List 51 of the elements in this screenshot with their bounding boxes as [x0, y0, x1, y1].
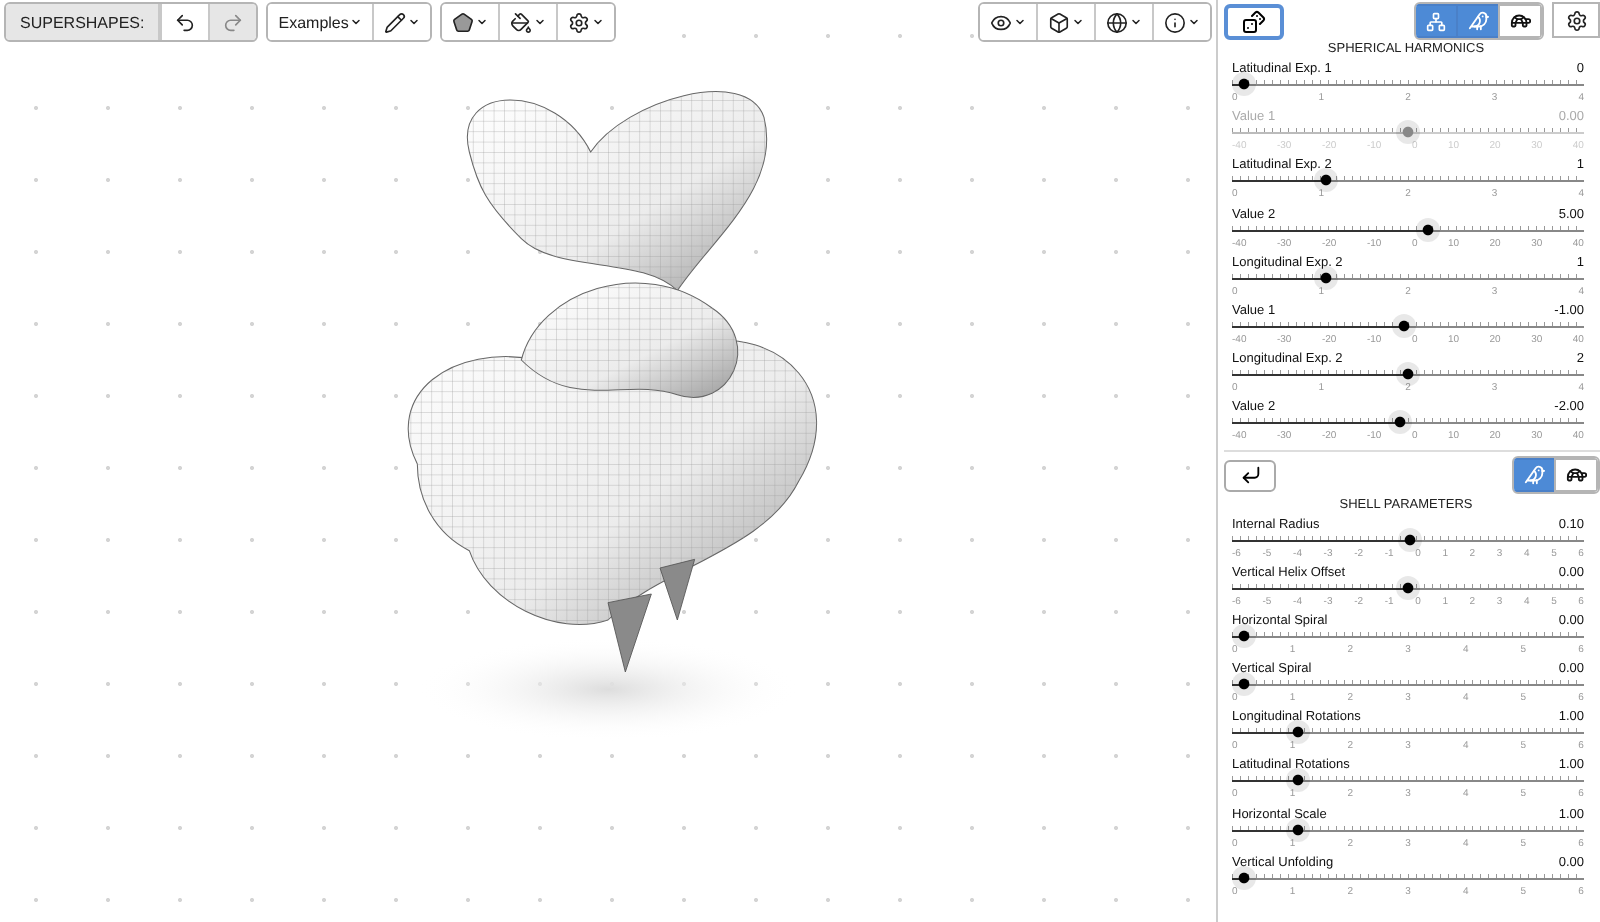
- slider-thumb[interactable]: [1398, 527, 1423, 551]
- slider-thumb[interactable]: [1286, 768, 1311, 793]
- slider-thumb[interactable]: [1416, 217, 1441, 242]
- slider-thumb[interactable]: [1396, 575, 1420, 600]
- turtle-icon: [1509, 10, 1531, 32]
- turtle-icon: [1565, 464, 1587, 486]
- slider-thumb[interactable]: [1232, 72, 1256, 96]
- back-button[interactable]: [1224, 459, 1276, 491]
- caret-icon: [476, 16, 489, 28]
- pencil-button[interactable]: [372, 4, 431, 40]
- settings-icon: [1565, 9, 1587, 31]
- dice-button[interactable]: [1224, 3, 1284, 39]
- pentagon-icon: [452, 11, 475, 33]
- settings-button[interactable]: [1552, 2, 1600, 38]
- caret-icon: [350, 16, 363, 28]
- bird-icon: [1523, 464, 1545, 486]
- settings-icon: [568, 11, 591, 33]
- network-icon: [1426, 11, 1446, 31]
- bird-icon: [1467, 10, 1489, 32]
- slider-thumb[interactable]: [1232, 865, 1256, 890]
- caret-icon: [408, 16, 421, 28]
- slider-thumb[interactable]: [1396, 362, 1420, 387]
- slider-thumb[interactable]: [1387, 410, 1412, 435]
- sphere-icon: [1106, 11, 1128, 33]
- caret-icon: [1188, 16, 1200, 28]
- slider-thumb[interactable]: [1286, 720, 1311, 745]
- return-icon: [1239, 464, 1261, 486]
- mode-button[interactable]: [1554, 458, 1598, 492]
- redo-icon: [222, 11, 245, 33]
- slider-thumb[interactable]: [1232, 623, 1256, 648]
- settings-button[interactable]: [556, 4, 615, 40]
- caret-icon: [592, 16, 605, 28]
- slider-thumb[interactable]: [1391, 313, 1416, 338]
- undo-icon: [174, 11, 197, 33]
- eye-icon: [990, 11, 1012, 33]
- slider-thumb[interactable]: [1314, 168, 1338, 193]
- caret-icon: [534, 16, 547, 28]
- dice-icon: [1242, 9, 1266, 33]
- app-title: SUPERSHAPES:: [6, 4, 161, 40]
- cube-icon: [1048, 11, 1070, 33]
- caret-icon: [1072, 16, 1084, 28]
- paint-bucket-icon: [510, 11, 533, 33]
- caret-icon: [1014, 16, 1026, 28]
- slider-thumb[interactable]: [1286, 817, 1311, 842]
- slider-thumb[interactable]: [1314, 265, 1338, 290]
- info-button[interactable]: [1152, 4, 1210, 40]
- mode-button[interactable]: [1498, 4, 1542, 38]
- caret-icon: [1130, 16, 1142, 28]
- slider-thumb[interactable]: [1232, 672, 1256, 697]
- info-icon: [1164, 11, 1186, 33]
- pencil-icon: [384, 11, 407, 33]
